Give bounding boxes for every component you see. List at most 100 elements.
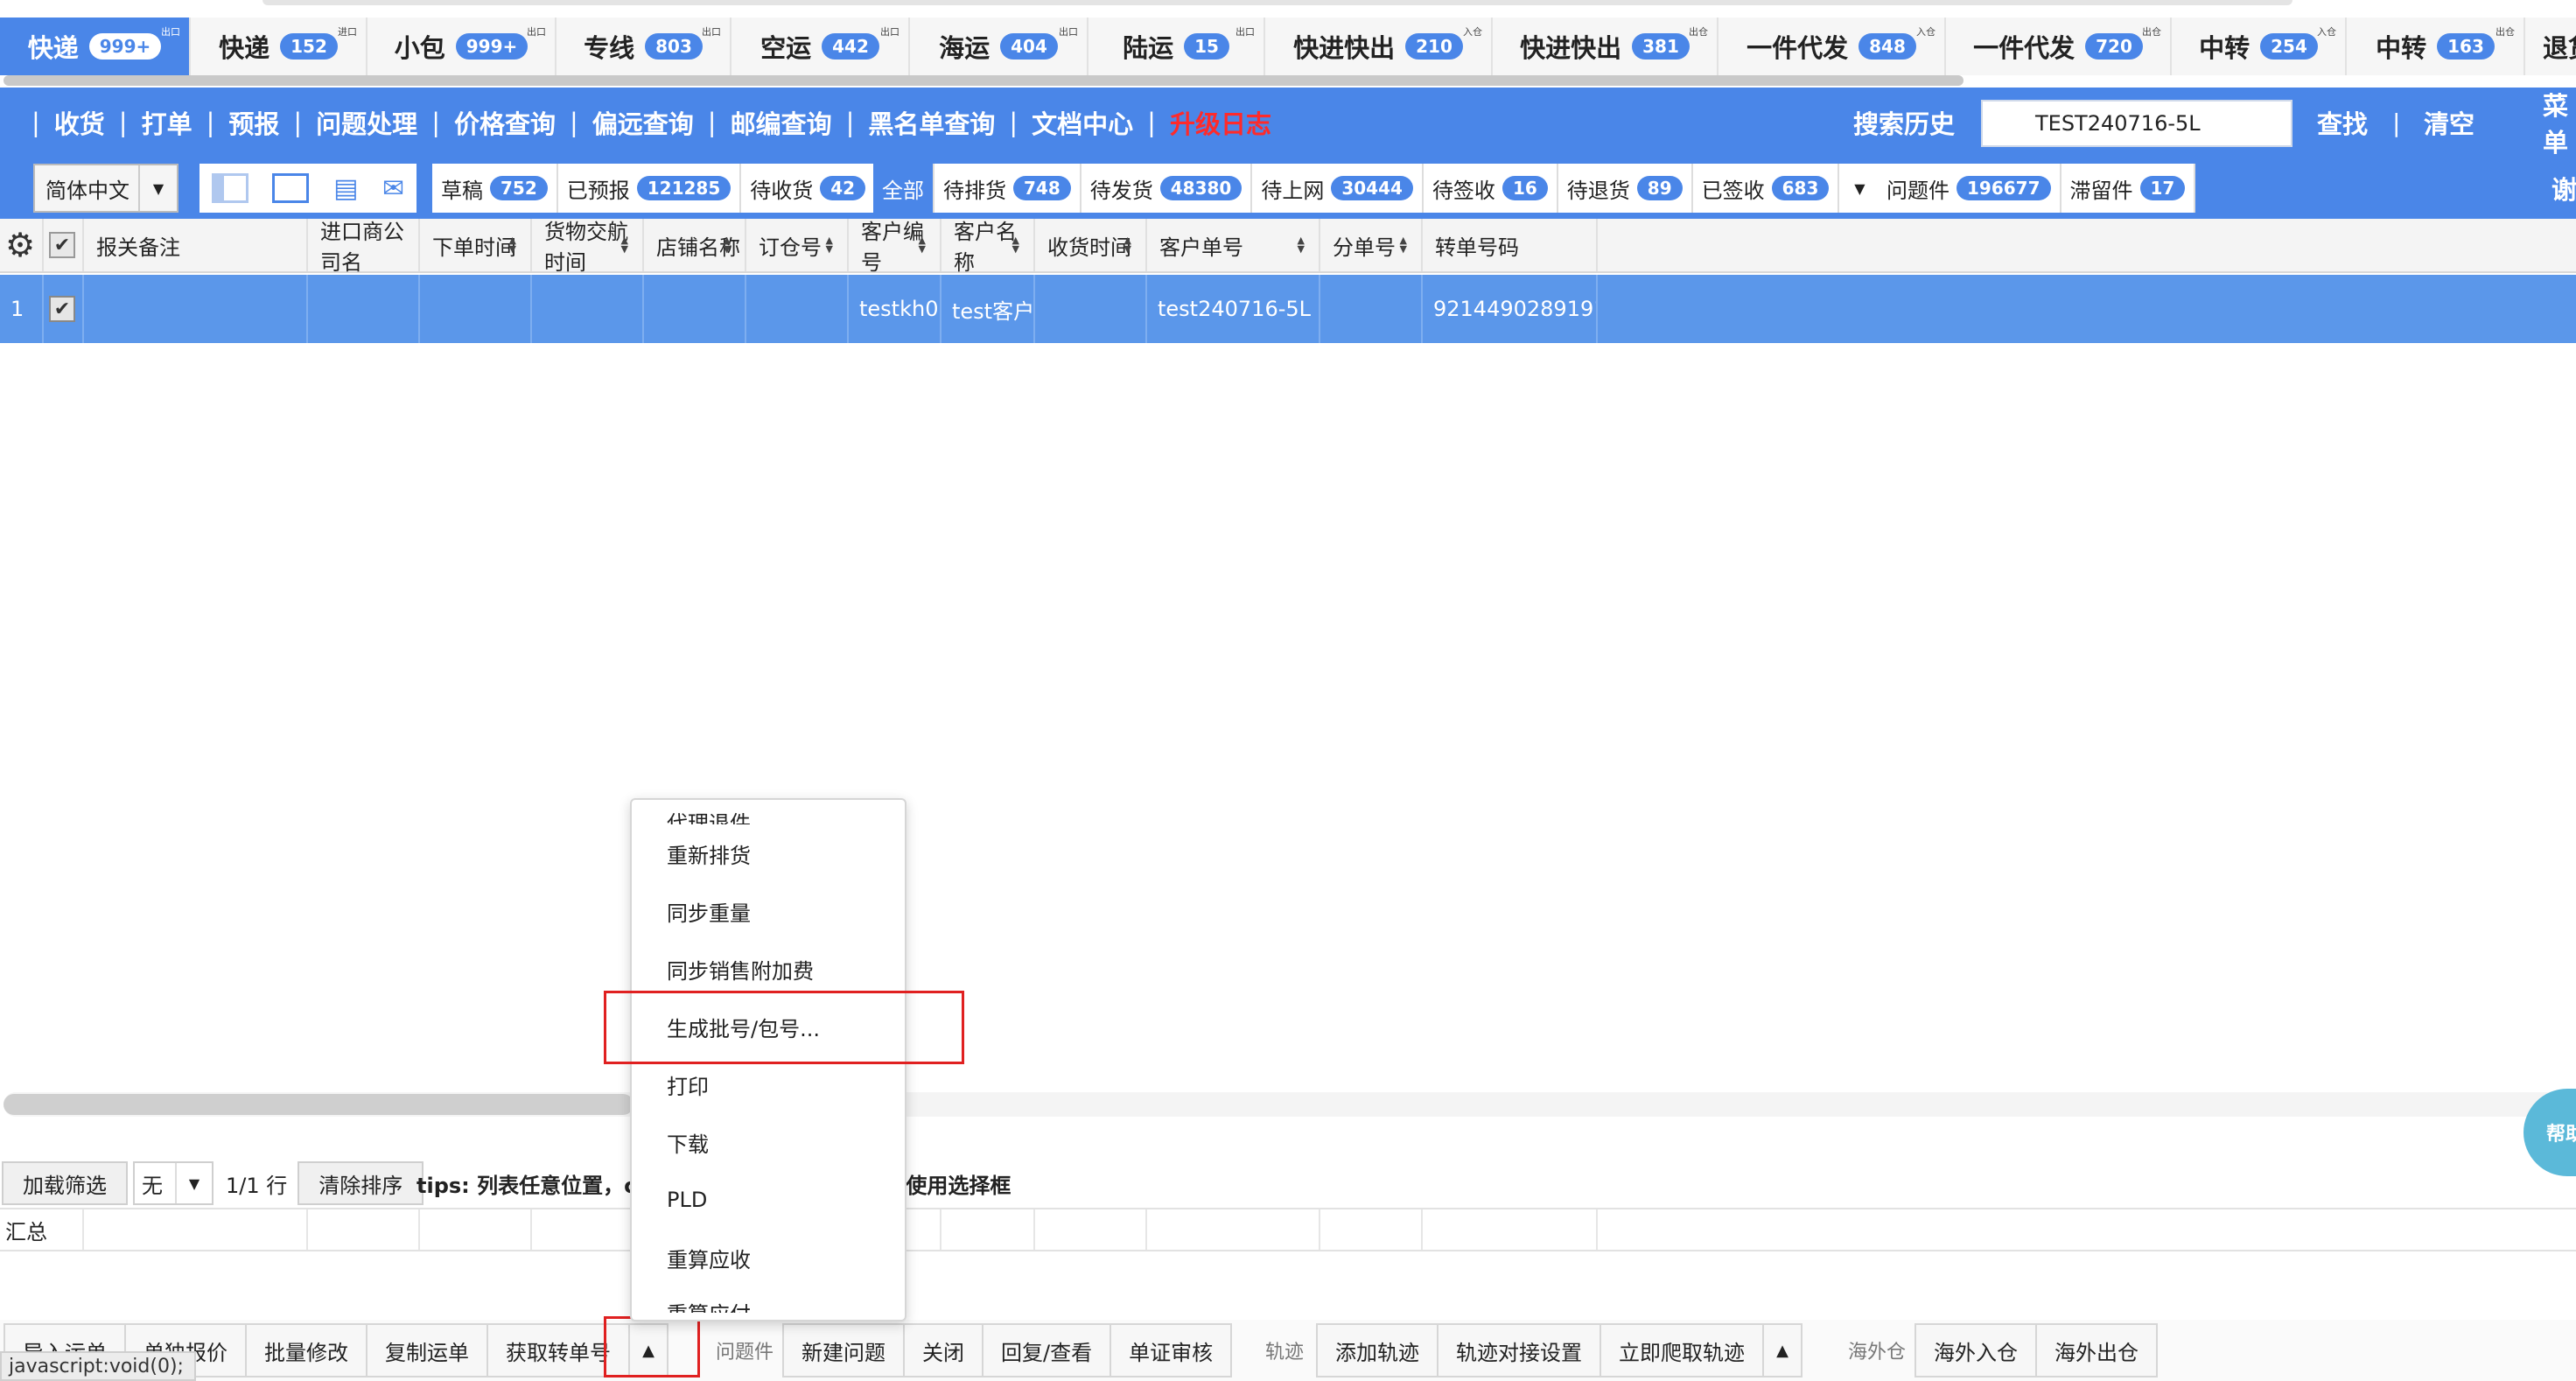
search-history-label[interactable]: 搜索历史 (1853, 88, 1955, 158)
scrollbar-thumb[interactable] (4, 1094, 634, 1115)
track-more-caret-icon[interactable]: ▲ (1762, 1323, 1802, 1377)
menu-item[interactable]: 代理退件 (632, 800, 905, 824)
status-filter-button[interactable]: 已预报 121285 (557, 164, 742, 213)
select-all-checkbox[interactable]: ✔ (49, 232, 75, 258)
menu-item[interactable]: 重新排货 (632, 824, 905, 882)
action-button[interactable]: 批量修改 (245, 1323, 366, 1377)
nav-link[interactable]: 文档中心 (1032, 104, 1133, 141)
column-header[interactable]: 报关备注 (84, 219, 308, 271)
column-header[interactable]: 店铺名称 ▲ ▼ (644, 219, 746, 271)
row-checkbox[interactable]: ✔ (49, 296, 75, 322)
status-filter-button[interactable]: 草稿 752 (432, 164, 558, 213)
sort-icon[interactable]: ▲ ▼ (1012, 235, 1019, 254)
action-button[interactable]: 轨迹对接设置 (1437, 1323, 1600, 1377)
status-filter-button[interactable]: 已签收 683 (1692, 164, 1840, 213)
full-view-icon[interactable] (272, 173, 310, 203)
tab-scrollbar[interactable] (4, 75, 1964, 86)
action-button[interactable]: 单证审核 (1110, 1323, 1233, 1377)
status-filter-button[interactable]: 待退货 89 (1558, 164, 1693, 213)
status-filter-button[interactable]: 待排货 748 (934, 164, 1082, 213)
module-tab[interactable]: 海运 404 出口 (910, 18, 1088, 75)
module-tab[interactable]: 中转 163 出仓 (2347, 18, 2525, 75)
module-tab[interactable]: 快递 152 进口 (191, 18, 368, 75)
module-tab[interactable]: 小包 999+ 出口 (368, 18, 556, 75)
status-filter-button[interactable]: 滞留件 17 (2061, 164, 2196, 213)
action-button[interactable]: 海外入仓 (1914, 1323, 2035, 1377)
column-header[interactable]: 下单时间 ▲ ▼ (420, 219, 532, 271)
chevron-down-icon[interactable]: ▼ (138, 165, 177, 211)
menu-item[interactable]: 同步重量 (632, 882, 905, 940)
action-button[interactable]: 添加轨迹 (1316, 1323, 1437, 1377)
clear-sort-button[interactable]: 清除排序 (298, 1161, 424, 1205)
module-tab[interactable]: 陆运 15 出口 (1088, 18, 1265, 75)
status-filter-button[interactable]: 待发货 48380 (1081, 164, 1253, 213)
sort-icon[interactable]: ▲ ▼ (1400, 235, 1407, 254)
sort-icon[interactable]: ▲ ▼ (621, 235, 628, 254)
module-tab[interactable]: 中转 254 入仓 (2172, 18, 2347, 75)
split-view-icon[interactable] (211, 173, 248, 203)
action-button[interactable]: 新建问题 (782, 1323, 903, 1377)
action-button[interactable]: 回复/查看 (982, 1323, 1110, 1377)
menu-item[interactable]: 下载 (632, 1113, 905, 1171)
column-header[interactable]: 客户名称 ▲ ▼ (942, 219, 1035, 275)
search-input[interactable]: TEST240716-5L (1981, 100, 2292, 147)
find-button[interactable]: 查找 (2317, 88, 2368, 158)
module-tab[interactable]: 快递 999+ 出口 (0, 18, 191, 75)
module-tab[interactable]: 专线 803 出口 (556, 18, 732, 75)
language-select[interactable]: 简体中文 ▼ (33, 164, 178, 213)
sort-icon[interactable]: ▲ ▼ (919, 235, 926, 254)
chevron-down-icon[interactable]: ▼ (1839, 164, 1882, 213)
menu-item[interactable]: 同步销售附加费 (632, 940, 905, 998)
list-view-icon[interactable]: ▤ (333, 173, 358, 204)
column-header[interactable]: 客户单号 ▲ ▼ (1147, 219, 1320, 271)
nav-link[interactable]: 偏远查询 (592, 104, 694, 141)
column-settings[interactable]: ⚙ (0, 219, 44, 271)
status-filter-button[interactable]: 待收货 42 (741, 164, 877, 213)
module-tab[interactable]: 一件代发 848 入仓 (1718, 18, 1946, 75)
nav-link[interactable]: 预报 (228, 104, 279, 141)
nav-link-upgrade-log[interactable]: 升级日志 (1170, 104, 1271, 141)
clear-button[interactable]: 清空 (2424, 88, 2474, 158)
sort-icon[interactable]: ▲ ▼ (509, 235, 516, 254)
load-filter-button[interactable]: 加载筛选 (2, 1161, 128, 1205)
nav-link[interactable]: 打单 (142, 104, 192, 141)
module-tab[interactable]: 快进快出 381 出仓 (1493, 18, 1718, 75)
nav-link[interactable]: 收货 (54, 104, 105, 141)
nav-link[interactable]: 价格查询 (454, 104, 556, 141)
status-filter-button[interactable]: 全部 (873, 164, 934, 213)
nav-link[interactable]: 黑名单查询 (868, 104, 995, 141)
nav-link[interactable]: 问题处理 (316, 104, 417, 141)
action-button[interactable]: 立即爬取轨迹 (1600, 1323, 1762, 1377)
sort-icon[interactable]: ▲ ▼ (1298, 235, 1305, 254)
row-select-cell[interactable]: ✔ (44, 275, 84, 343)
select-all-cell[interactable]: ✔ (44, 219, 84, 271)
module-tab[interactable]: 快进快出 210 入仓 (1265, 18, 1493, 75)
mail-icon[interactable]: ✉ (382, 173, 404, 204)
column-header[interactable]: 客户编号 ▲ ▼ (849, 219, 942, 275)
action-button[interactable]: 海外出仓 (2035, 1323, 2158, 1377)
action-button[interactable]: 关闭 (903, 1323, 982, 1377)
column-header[interactable]: 转单号码 (1423, 219, 1598, 271)
column-header[interactable]: 收货时间 ▲ ▼ (1035, 219, 1147, 271)
sort-icon[interactable]: ▲ ▼ (1124, 235, 1131, 254)
table-row[interactable]: 1✔ testkh01test客户01 test240716-5L 921449028… (0, 275, 2576, 343)
gear-icon[interactable]: ⚙ (5, 226, 35, 264)
nav-link[interactable]: 邮编查询 (731, 104, 832, 141)
status-filter-button[interactable]: 待签收 16 (1423, 164, 1558, 213)
menu-button[interactable]: 菜单 (2543, 88, 2576, 158)
column-header[interactable]: 进口商公司名 (308, 219, 420, 275)
sort-icon[interactable]: ▲ ▼ (826, 235, 833, 254)
column-header[interactable]: 货物交航时间 ▲ ▼ (532, 219, 644, 275)
menu-item[interactable]: 重算应收 (632, 1229, 905, 1286)
menu-item[interactable]: 重算应付 (632, 1286, 905, 1313)
status-filter-button[interactable]: 待上网 30444 (1252, 164, 1424, 213)
module-tab[interactable]: 空运 442 出口 (732, 18, 910, 75)
column-header[interactable]: 分单号 ▲ ▼ (1320, 219, 1423, 271)
column-header[interactable]: 订仓号 ▲ ▼ (746, 219, 849, 271)
status-filter-button[interactable]: 问题件 196677 (1878, 164, 2062, 213)
action-button[interactable]: 复制运单 (366, 1323, 486, 1377)
module-tab[interactable]: 退货 (2525, 18, 2576, 75)
grid-horizontal-scrollbar[interactable] (4, 1092, 2569, 1117)
menu-item[interactable]: PLD (632, 1171, 905, 1229)
module-tab[interactable]: 一件代发 720 出仓 (1946, 18, 2172, 75)
